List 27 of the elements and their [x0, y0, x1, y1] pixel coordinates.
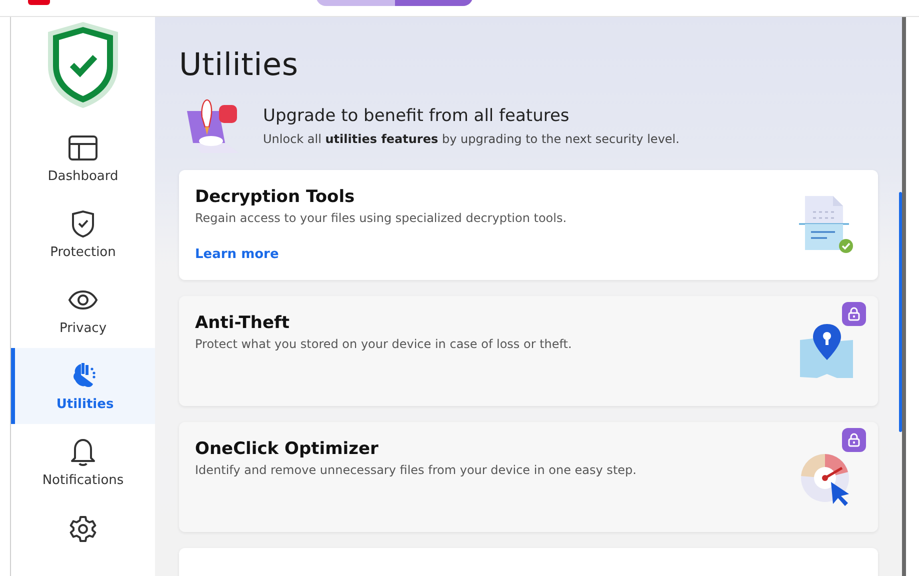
- learn-more-link[interactable]: Learn more: [195, 247, 279, 262]
- lock-icon: [842, 428, 866, 452]
- card-description: Protect what you stored on your device in case of loss or theft.: [195, 337, 573, 351]
- shield-check-icon: [71, 210, 95, 238]
- page-title: Utilities: [179, 47, 300, 83]
- card-title: Anti-Theft: [195, 313, 291, 333]
- card-description: Regain access to your files using specialized decryption tools.: [195, 211, 568, 225]
- card-title: Decryption Tools: [195, 187, 356, 207]
- eye-icon: [68, 290, 98, 310]
- feature-card[interactable]: Anti-Theft Protect what you stored on your device in case of loss or theft.: [179, 296, 878, 406]
- feature-card[interactable]: Decryption Tools Regain access to your files using specialized decryption tools. Learn more: [179, 170, 878, 280]
- nav-item[interactable]: Privacy: [11, 272, 155, 348]
- lock-icon: [842, 302, 866, 326]
- bell-icon: [70, 436, 96, 466]
- nav-item[interactable]: Protection: [11, 196, 155, 272]
- upgrade-title: Upgrade to benefit from all features: [263, 106, 570, 126]
- upgrade-text: Unlock all utilities features by upgrading to the next security level.: [263, 132, 680, 146]
- card-description: Identify and remove unnecessary files from your device in one easy step.: [195, 463, 638, 477]
- dashboard-icon: [68, 134, 98, 160]
- feature-card[interactable]: OneClick Optimizer Identify and remove unnecessary files from your device in one easy step.: [179, 422, 878, 532]
- nav-item[interactable]: Notifications: [11, 424, 155, 500]
- nav-item[interactable]: Utilities: [11, 348, 155, 424]
- settings-icon: [69, 515, 97, 543]
- nav-item[interactable]: Dashboard: [11, 120, 155, 196]
- card-title: OneClick Optimizer: [195, 439, 380, 459]
- scrollbar[interactable]: [899, 192, 902, 432]
- shield-check-icon: [46, 20, 120, 110]
